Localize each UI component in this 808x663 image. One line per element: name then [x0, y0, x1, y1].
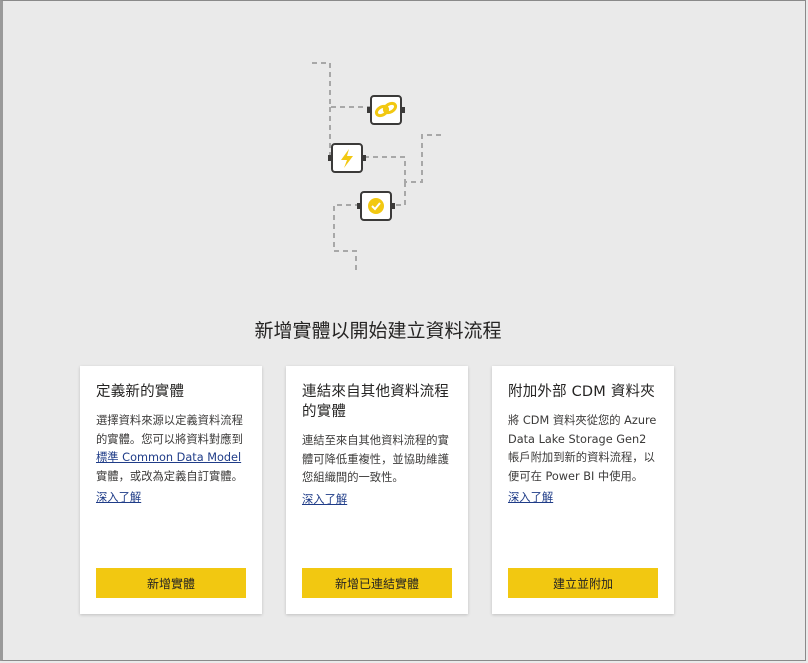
learn-more-link[interactable]: 深入了解 [96, 489, 141, 507]
card-title: 連結來自其他資料流程的實體 [302, 384, 449, 420]
define-new-entity-card: 定義新的實體 選擇資料來源以定義資料流程的實體。您可以將資料對應到標準 Comm… [80, 366, 262, 614]
add-new-entity-button[interactable]: 新增實體 [96, 568, 246, 598]
attach-cdm-folder-card: 附加外部 CDM 資料夾 將 CDM 資料夾從您的 Azure Data Lak… [492, 366, 674, 614]
create-and-attach-button[interactable]: 建立並附加 [508, 568, 658, 598]
add-linked-entity-button[interactable]: 新增已連結實體 [302, 568, 452, 598]
lightning-icon [328, 143, 366, 173]
page-title: 新增實體以開始建立資料流程 [254, 320, 502, 342]
learn-more-link[interactable]: 深入了解 [508, 489, 553, 507]
card-title: 附加外部 CDM 資料夾 [508, 384, 655, 400]
link-icon [367, 95, 405, 125]
card-title: 定義新的實體 [96, 384, 185, 400]
card-description: 連結至來自其他資料流程的實體可降低重複性，並協助維護您組織間的一致性。 [302, 434, 449, 484]
dataflow-illustration [312, 62, 442, 271]
card-description: 將 CDM 資料夾從您的 Azure Data Lake Storage Gen… [508, 414, 657, 483]
learn-more-link[interactable]: 深入了解 [302, 491, 347, 509]
link-entities-card: 連結來自其他資料流程的實體 連結至來自其他資料流程的實體可降低重複性，並協助維護… [286, 366, 468, 614]
card-description: 選擇資料來源以定義資料流程的實體。您可以將資料對應到標準 Common Data… [96, 414, 243, 483]
common-data-model-link[interactable]: 標準 Common Data Model [96, 451, 241, 464]
checkmark-badge-icon [357, 191, 395, 221]
